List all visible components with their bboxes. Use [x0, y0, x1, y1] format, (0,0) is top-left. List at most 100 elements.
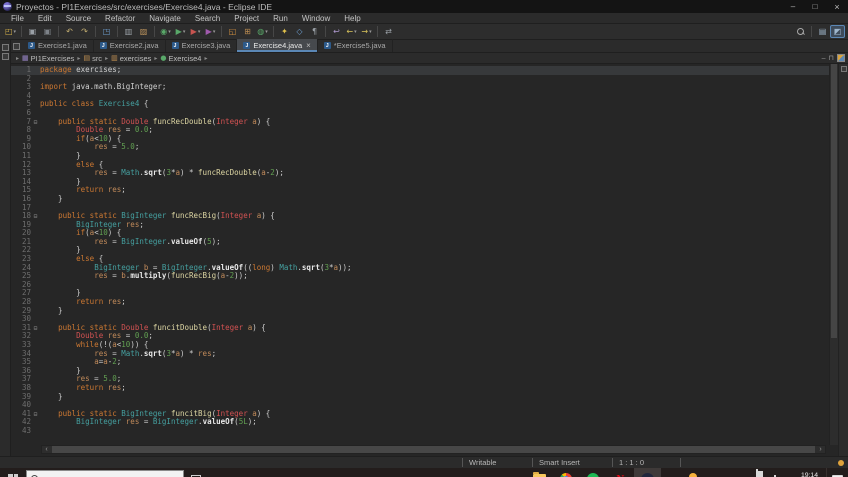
horizontal-scrollbar[interactable]: ‹ › — [41, 445, 826, 454]
save-all-button[interactable]: ▣ — [41, 25, 54, 38]
code-line[interactable]: 21 res = BigInteger.valueOf(5); — [11, 237, 848, 247]
code-line[interactable]: 1 package exercises; — [11, 65, 848, 75]
fold-marker-icon[interactable]: ⊟ — [31, 410, 40, 419]
file-explorer-button[interactable] — [526, 468, 553, 477]
tab-exercise1java[interactable]: J Exercise1.java — [22, 39, 94, 52]
code-line[interactable]: 35 a=a-2; — [11, 357, 848, 367]
link-with-editor-button[interactable]: ⇄ — [382, 25, 395, 38]
open-element-button[interactable]: ◳ — [100, 25, 113, 38]
menu-help[interactable]: Help — [337, 13, 367, 24]
code-line[interactable]: 14 } — [11, 177, 848, 187]
code-line[interactable]: 8 Double res = 0.0; — [11, 125, 848, 135]
code-line[interactable]: 34 res = Math.sqrt(3*a) * res; — [11, 349, 848, 359]
vertical-scrollbar-thumb[interactable] — [831, 64, 837, 339]
onedrive-button[interactable]: ☁ — [743, 470, 751, 477]
code-line[interactable]: 42 BigInteger res = BigInteger.valueOf(5… — [11, 418, 848, 427]
menu-window[interactable]: Window — [295, 13, 337, 24]
menu-source[interactable]: Source — [59, 13, 98, 24]
taskbar-clock[interactable]: 19:14 04/11/2024 — [784, 472, 818, 477]
forward-button[interactable]: → ▾ — [360, 25, 373, 38]
scroll-right-icon[interactable]: › — [816, 445, 825, 454]
redo-button[interactable]: ↷ — [78, 25, 91, 38]
chrome-button[interactable] — [553, 468, 580, 477]
maximize-button[interactable]: □ — [804, 0, 826, 13]
restore-outline-icon[interactable] — [837, 54, 845, 62]
battery-button[interactable] — [756, 469, 759, 477]
menu-search[interactable]: Search — [188, 13, 227, 24]
open-type-button[interactable]: ◇ — [293, 25, 306, 38]
code-editor[interactable]: 1 package exercises; 2 3 import java.math.Bi… — [11, 64, 848, 456]
chevron-up-button[interactable]: ∧ — [733, 470, 739, 477]
code-line[interactable]: 36 } — [11, 366, 848, 376]
code-line[interactable]: 15 return res; — [11, 186, 848, 195]
fold-marker-icon[interactable]: ⊟ — [31, 324, 40, 333]
coverage-button[interactable]: ▶ ▾ — [204, 25, 217, 38]
perspective-javaee-button[interactable]: ▤ — [815, 25, 830, 38]
vertical-scrollbar[interactable] — [829, 64, 838, 445]
tab-exercise2java[interactable]: J Exercise2.java — [94, 39, 166, 52]
netflix-button[interactable]: N — [607, 468, 634, 477]
code-line[interactable]: 19 BigInteger res; — [11, 220, 848, 230]
code-line[interactable]: 11 } — [11, 151, 848, 161]
menu-navigate[interactable]: Navigate — [142, 13, 188, 24]
breadcrumb-exercise4[interactable]: ● Exercise4 — [160, 54, 201, 63]
editor-area-handle[interactable] — [13, 43, 20, 50]
code-line[interactable]: 29 } — [11, 306, 848, 316]
toolbar-search-button[interactable] — [794, 25, 807, 38]
code-line[interactable]: 38 return res; — [11, 383, 848, 393]
restore-view-icon[interactable] — [1, 53, 9, 60]
code-line[interactable]: 13 res = Math.sqrt(3*a) * funcRecDouble(… — [11, 168, 848, 178]
paste-button[interactable]: ▨ — [137, 25, 150, 38]
breadcrumb-pi1exercises[interactable]: ▦ PI1Exercises — [22, 54, 74, 63]
debug-button[interactable]: ◉ ▾ — [159, 25, 172, 38]
close-button[interactable]: × — [826, 0, 848, 13]
new-java-project-button[interactable]: ◱ — [226, 25, 239, 38]
code-line[interactable]: 39 } — [11, 392, 848, 402]
task-view-button[interactable] — [184, 468, 208, 477]
code-line[interactable]: 28 return res; — [11, 297, 848, 307]
last-edit-location-button[interactable]: ↩ — [330, 25, 343, 38]
search-flashlight-button[interactable]: ✦ — [278, 25, 291, 38]
code-line[interactable]: 43 — [11, 426, 848, 436]
menu-project[interactable]: Project — [227, 13, 266, 24]
menu-file[interactable]: File — [4, 13, 31, 24]
new-wizard-button[interactable]: ◰ ▾ — [4, 25, 17, 38]
breadcrumb-src[interactable]: ▤ src — [83, 54, 102, 63]
save-button[interactable]: ▣ — [26, 25, 39, 38]
menu-run[interactable]: Run — [266, 13, 295, 24]
back-button[interactable]: ← ▾ — [345, 25, 358, 38]
tab-exercise5java[interactable]: J *Exercise5.java — [318, 39, 393, 52]
perspective-java-button[interactable]: ◩ — [830, 25, 845, 38]
weather-widget[interactable]: 27°C — [688, 473, 723, 477]
fold-marker-icon[interactable]: ⊟ — [31, 212, 40, 221]
code-line[interactable]: 37 res = 5.0; — [11, 375, 848, 384]
menu-edit[interactable]: Edit — [31, 13, 59, 24]
minimize-editor-icon[interactable]: – — [822, 55, 826, 62]
code-line[interactable]: 16 } — [11, 194, 848, 204]
maximize-editor-icon[interactable]: ⊓ — [829, 54, 834, 62]
code-line[interactable]: 10 res = 5.0; — [11, 143, 848, 152]
breadcrumb-toggle-icon[interactable]: ▸ — [16, 55, 19, 62]
tab-exercise4java[interactable]: J Exercise4.java × — [237, 39, 318, 52]
annotation-menu-icon[interactable] — [840, 66, 847, 72]
notification-bulb-icon[interactable] — [838, 459, 844, 466]
code-line[interactable]: 3 import java.math.BigInteger; — [11, 82, 848, 92]
run-button[interactable]: ▶ ▾ — [174, 25, 187, 38]
code-line[interactable]: 27 } — [11, 289, 848, 298]
restore-package-explorer-icon[interactable] — [1, 44, 9, 51]
mark-occurrences-button[interactable]: ¶ — [308, 25, 321, 38]
minimize-button[interactable]: – — [782, 0, 804, 13]
tab-exercise3java[interactable]: J Exercise3.java — [166, 39, 238, 52]
profile-button[interactable]: ▶ ▾ — [189, 25, 202, 38]
code-line[interactable]: 26 — [11, 280, 848, 290]
scroll-left-icon[interactable]: ‹ — [42, 445, 51, 454]
copy-button[interactable]: ▥ — [122, 25, 135, 38]
undo-button[interactable]: ↶ — [63, 25, 76, 38]
code-line[interactable]: 25 res = b.multiply(funcRecBig(a-2)); — [11, 271, 848, 281]
close-tab-icon[interactable]: × — [306, 41, 311, 50]
taskbar-search-box[interactable] — [26, 470, 184, 477]
action-center-button[interactable]: 1 — [826, 468, 848, 477]
spotify-button[interactable]: ≡ — [580, 468, 607, 477]
new-class-button[interactable]: ◍ ▾ — [256, 25, 269, 38]
code-line[interactable]: 5 public class Exercise4 { — [11, 100, 848, 109]
